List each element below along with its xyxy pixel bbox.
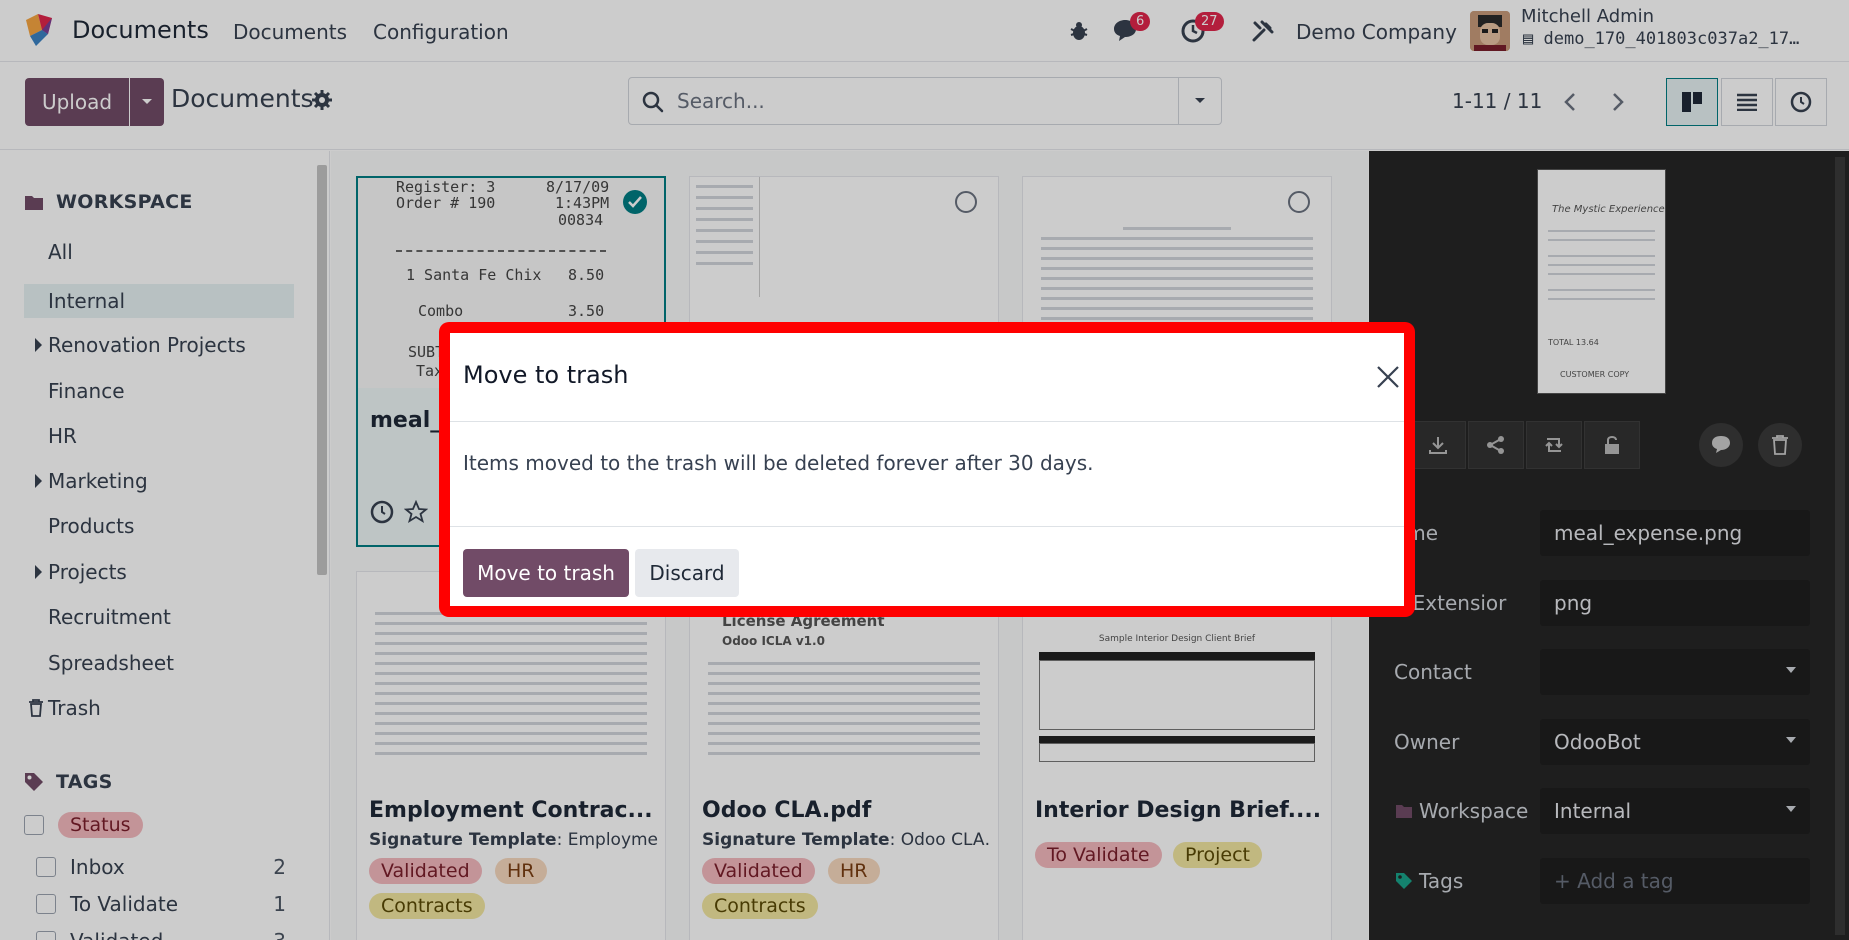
dialog-title: Move to trash — [463, 361, 629, 389]
close-icon[interactable] — [1374, 363, 1402, 391]
dialog-header: Move to trash — [450, 333, 1404, 422]
move-to-trash-dialog: Move to trash Items moved to the trash w… — [439, 322, 1415, 617]
dialog-message: Items moved to the trash will be deleted… — [463, 451, 1094, 475]
dialog-footer: Move to trash Discard — [450, 526, 1404, 617]
confirm-move-to-trash-button[interactable]: Move to trash — [463, 549, 629, 597]
discard-button[interactable]: Discard — [635, 549, 739, 597]
